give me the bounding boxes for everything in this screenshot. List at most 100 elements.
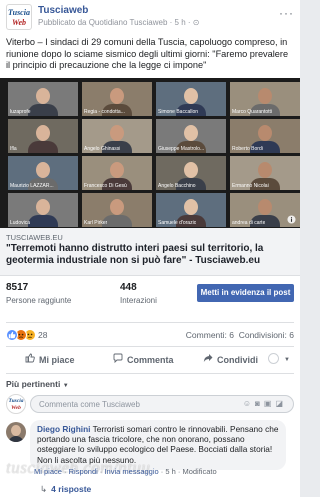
participant-name: Karl Pirker	[84, 220, 108, 226]
post-actions: Mi piace Commenta Condividi ▼	[6, 350, 294, 372]
logo-line-1: Tuscia	[8, 8, 30, 17]
page-name-link[interactable]: Tusciaweb	[38, 5, 88, 16]
camera-icon[interactable]: ◙	[255, 399, 264, 408]
interactions-label: Interazioni	[120, 296, 157, 305]
logo-line-2: Web	[11, 405, 21, 411]
view-replies-link[interactable]: ↳ 4 risposte	[40, 484, 91, 495]
video-participant-tile: Francesco Di Gesù	[82, 156, 152, 190]
like-icon[interactable]	[6, 329, 18, 341]
logo-line-1: Tuscia	[8, 398, 24, 404]
participant-head	[184, 162, 198, 178]
comment-author-avatar[interactable]	[6, 422, 26, 442]
participant-head	[36, 88, 50, 104]
link-preview[interactable]: TUSCIAWEB.EU "Terremoti hanno distrutto …	[0, 228, 300, 276]
participant-head	[258, 88, 272, 104]
comments-filter-dropdown[interactable]: Più pertinenti ▼	[6, 379, 69, 389]
comments-count[interactable]: Commenti: 6	[186, 330, 234, 340]
post-header: Tuscia Web Tusciaweb Pubblicato da Quoti…	[6, 4, 294, 34]
post-image[interactable]: luzaprofe Regia - condotta... Simone Bacca…	[0, 78, 300, 228]
reach-stat[interactable]: 8517 Persone raggiunte	[6, 282, 71, 305]
shares-count[interactable]: Condivisioni: 6	[239, 330, 294, 340]
participant-head	[110, 125, 124, 141]
share-options-dropdown[interactable]: ▼	[268, 353, 290, 365]
comment-input[interactable]	[39, 398, 214, 411]
comments-filter-label: Più pertinenti	[6, 379, 61, 389]
video-participant-tile: Roberto Bordi	[230, 119, 300, 153]
composer-icons: ☺◙▣◪	[243, 399, 287, 408]
video-participant-tile: Ifla	[8, 119, 78, 153]
interactions-stat[interactable]: 448 Interazioni	[120, 282, 157, 305]
participant-name: Giuseppe Mastrolo...	[158, 146, 205, 152]
participant-name: Marco Quarantotti	[232, 109, 273, 115]
participant-head	[110, 199, 124, 215]
link-domain: TUSCIAWEB.EU	[6, 233, 63, 242]
comments-shares-counts: Commenti: 6 Condivisioni: 6	[186, 330, 294, 340]
divider	[6, 373, 294, 374]
participant-head	[184, 199, 198, 215]
gif-icon[interactable]: ▣	[264, 399, 276, 408]
replies-label: 4 risposte	[51, 484, 92, 494]
video-participant-tile: Ludovica	[8, 193, 78, 227]
video-participant-tile: Giuseppe Mastrolo...	[156, 119, 226, 153]
info-icon[interactable]	[287, 215, 296, 224]
video-participant-tile: luzaprofe	[8, 82, 78, 116]
participant-head	[184, 88, 198, 104]
comment-label: Commenta	[127, 355, 174, 365]
participant-name: Angelo Ghinassi	[84, 146, 121, 152]
participant-name: Samuele d'orazio	[158, 220, 197, 226]
comment-actions: Mi piace · Rispondi · Invia messaggio · …	[34, 467, 217, 476]
comment-reply-link[interactable]: Rispondi	[69, 467, 98, 476]
participant-name: luzaprofe	[10, 109, 31, 115]
like-label: Mi piace	[39, 355, 75, 365]
participant-name: Simone Baccallon	[158, 109, 199, 115]
reactions-count[interactable]: 28	[38, 330, 47, 340]
participant-name: Roberto Bordi	[232, 146, 263, 152]
video-participant-tile: Karl Pirker	[82, 193, 152, 227]
participant-head	[184, 125, 198, 141]
logo-line-2: Web	[11, 18, 27, 27]
more-dots-icon[interactable]: ···	[279, 6, 294, 20]
participant-head	[36, 162, 50, 178]
page-avatar[interactable]: Tuscia Web	[6, 4, 32, 30]
post-insights: 8517 Persone raggiunte 448 Interazioni M…	[6, 282, 294, 318]
interactions-value: 448	[120, 282, 137, 293]
participant-body	[28, 141, 58, 153]
participant-name: Angelo Bacchino	[158, 183, 196, 189]
link-title[interactable]: "Terremoti hanno distrutto interi paesi …	[6, 243, 294, 267]
like-button[interactable]: Mi piace	[24, 353, 75, 365]
video-participant-tile: Samuele d'orazio	[156, 193, 226, 227]
caret-down-icon: ▼	[284, 357, 290, 363]
video-participant-tile: Maurizio LAZZAR...	[8, 156, 78, 190]
participant-name: Maurizio LAZZAR...	[10, 183, 54, 189]
comment-bubble: Diego Righini Terroristi somari contro l…	[30, 420, 286, 470]
comment-like-link[interactable]: Mi piace	[34, 467, 62, 476]
emoji-icon[interactable]: ☺	[243, 399, 255, 408]
reactions-bar: 28 Commenti: 6 Condivisioni: 6	[6, 329, 294, 343]
share-button[interactable]: Condividi	[202, 353, 258, 365]
comment-icon	[112, 353, 124, 365]
video-participant-tile: Regia - condotta...	[82, 82, 152, 116]
comment-author[interactable]: Diego Righini	[37, 424, 90, 434]
divider	[6, 322, 294, 323]
comment-composer[interactable]: ☺◙▣◪	[30, 395, 294, 413]
participant-body	[28, 104, 58, 116]
share-label: Condividi	[217, 355, 258, 365]
participant-head	[110, 162, 124, 178]
commenter-avatar[interactable]: Tuscia Web	[6, 394, 26, 414]
reach-value: 8517	[6, 282, 29, 293]
participant-head	[258, 162, 272, 178]
sticker-icon[interactable]: ◪	[275, 399, 287, 408]
boost-post-button[interactable]: Metti in evidenza il post	[197, 284, 294, 302]
participant-head	[110, 88, 124, 104]
post-text: Viterbo – I sindaci di 29 comuni della T…	[6, 37, 289, 70]
participant-head	[36, 199, 50, 215]
comment-edited: Modificato	[182, 467, 217, 476]
video-participant-tile: Angelo Ghinassi	[82, 119, 152, 153]
thumbs-up-icon	[24, 353, 36, 365]
participant-body	[28, 215, 58, 227]
reach-label: Persone raggiunte	[6, 296, 72, 305]
comment-message-link[interactable]: Invia messaggio	[104, 467, 158, 476]
participant-name: Ifla	[10, 146, 17, 152]
video-participant-tile: Ermanno Nicolai	[230, 156, 300, 190]
comment-button[interactable]: Commenta	[112, 353, 174, 365]
